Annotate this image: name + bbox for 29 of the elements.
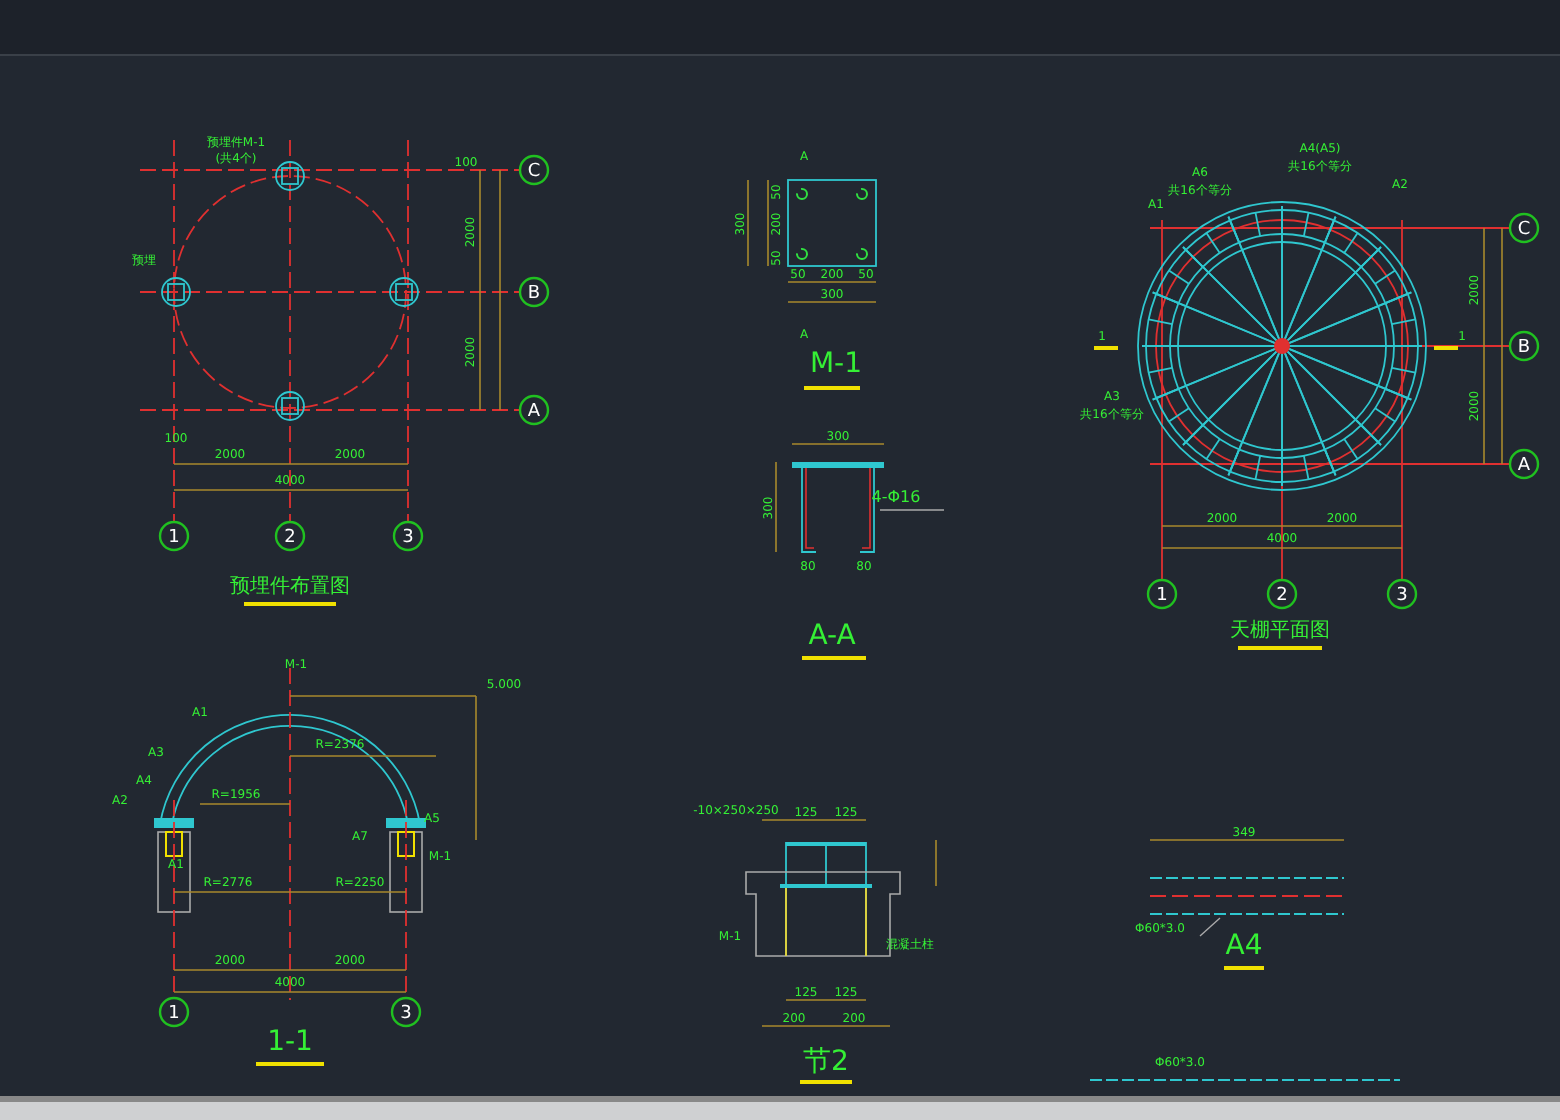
grid-bubble: A [518, 394, 550, 426]
grid-bubble: 3 [1386, 578, 1418, 610]
title-underline [1238, 646, 1322, 650]
plate-drawing [747, 179, 877, 303]
grid-bubble: 1 [1146, 578, 1178, 610]
title-underline [802, 656, 866, 660]
grid-bubble: A [1508, 448, 1540, 480]
drawing-title: M-1 [809, 348, 863, 380]
title-underline [1224, 966, 1264, 970]
drawing-title: 节2 [803, 1046, 849, 1078]
grid-bubble: B [518, 276, 550, 308]
grid-bubble: B [1508, 330, 1540, 362]
grid-bubble: 2 [1266, 578, 1298, 610]
grid-bubble: 1 [158, 996, 190, 1028]
drawing-title: A-A [808, 620, 856, 652]
title-underline [804, 386, 860, 390]
drawing-title: 天棚平面图 [1230, 620, 1330, 642]
drawing-title: 1-1 [267, 1026, 313, 1058]
grid-bubble: 3 [390, 996, 422, 1028]
drawing-title: A4 [1225, 930, 1263, 962]
grid-bubble: 1 [158, 520, 190, 552]
grid-bubble: C [1508, 212, 1540, 244]
title-underline [244, 602, 336, 606]
title-underline [800, 1080, 852, 1084]
drawing-title: 预埋件布置图 [230, 576, 350, 598]
grid-bubble: C [518, 154, 550, 186]
grid-bubble: 3 [392, 520, 424, 552]
grid-bubble: 2 [274, 520, 306, 552]
title-underline [256, 1062, 324, 1066]
